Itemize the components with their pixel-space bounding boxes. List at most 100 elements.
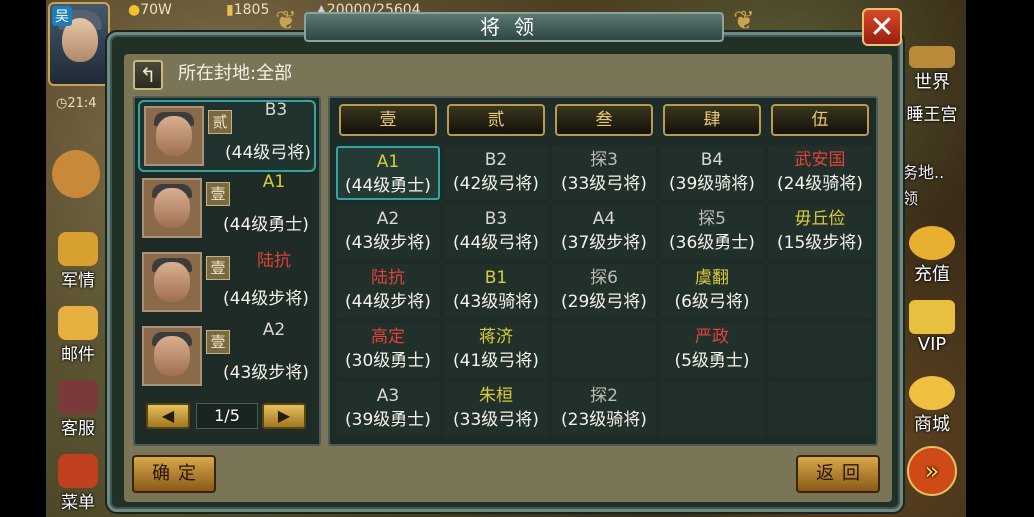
empty-slot[interactable] bbox=[768, 382, 872, 436]
slot-general-name: 陆抗 bbox=[371, 268, 405, 288]
slot-general-name: 虞翻 bbox=[695, 268, 729, 288]
confirm-button[interactable]: 确定 bbox=[132, 455, 216, 493]
formation-slot[interactable]: B4 (39级骑将) bbox=[660, 146, 764, 200]
scroll-icon bbox=[58, 306, 98, 340]
return-button[interactable]: 返回 bbox=[796, 455, 880, 493]
slot-general-level: (36级勇士) bbox=[669, 233, 755, 253]
empty-slot[interactable] bbox=[552, 323, 656, 377]
collapse-button[interactable]: » bbox=[902, 446, 962, 496]
customer-service-label: 客服 bbox=[61, 419, 95, 439]
slot-general-level: (44级弓将) bbox=[453, 233, 539, 253]
slot-general-name: A1 bbox=[376, 152, 400, 172]
clock-icon: ◷ bbox=[56, 96, 68, 111]
palace-button[interactable]: 睡王宫 bbox=[902, 100, 962, 125]
slot-general-name: 高定 bbox=[371, 327, 405, 347]
shop-button[interactable]: 商城 bbox=[902, 376, 962, 436]
arrow-left-icon: ◀ bbox=[161, 406, 175, 425]
general-level: (44级步将) bbox=[223, 289, 309, 309]
slot-general-name: 探6 bbox=[590, 268, 618, 288]
formation-slot[interactable]: 探3 (33级弓将) bbox=[552, 146, 656, 200]
close-button[interactable]: ✕ bbox=[862, 8, 902, 46]
world-label: 世界 bbox=[914, 72, 950, 93]
rank-badge: 壹 bbox=[206, 182, 230, 206]
coin-icon: ● bbox=[128, 2, 141, 18]
drum-icon bbox=[58, 232, 98, 266]
formation-slot[interactable]: 探5 (36级勇士) bbox=[660, 205, 764, 259]
general-list-item[interactable]: 壹 A1 (44级勇士) bbox=[138, 172, 316, 246]
prev-page-button[interactable]: ◀ bbox=[146, 403, 190, 429]
general-level: (44级弓将) bbox=[225, 143, 311, 163]
mail-button[interactable]: 邮件 bbox=[50, 306, 106, 365]
slot-general-level: (29级弓将) bbox=[561, 292, 647, 312]
shop-label: 商城 bbox=[914, 414, 950, 435]
gold-coins-icon bbox=[909, 226, 955, 260]
formation-slot[interactable]: 探2 (23级骑将) bbox=[552, 382, 656, 436]
slot-general-name: A4 bbox=[592, 209, 616, 229]
military-info-button[interactable]: 军情 bbox=[50, 232, 106, 291]
slot-general-level: (33级弓将) bbox=[453, 410, 539, 430]
formation-slot[interactable]: 毋丘俭 (15级步将) bbox=[768, 205, 872, 259]
customer-service-button[interactable]: 客服 bbox=[50, 380, 106, 439]
rank-badge: 贰 bbox=[208, 110, 232, 134]
vip-button[interactable]: VIP bbox=[902, 300, 962, 355]
slot-general-name: 毋丘俭 bbox=[794, 209, 846, 229]
clock-display: ◷21:4 bbox=[56, 96, 97, 111]
player-avatar[interactable]: 吴 bbox=[48, 2, 110, 86]
slot-general-level: (41级弓将) bbox=[453, 351, 539, 371]
formation-slot[interactable]: 虞翻 (6级弓将) bbox=[660, 264, 764, 318]
gold-value: 70W bbox=[140, 2, 172, 18]
formation-slot[interactable]: 陆抗 (44级步将) bbox=[336, 264, 440, 318]
general-portrait bbox=[142, 252, 202, 312]
formation-slot[interactable]: A3 (39级勇士) bbox=[336, 382, 440, 436]
gold-resource: ●70W bbox=[128, 2, 172, 22]
slot-general-level: (23级骑将) bbox=[561, 410, 647, 430]
general-list-item[interactable]: 贰 B3 (44级弓将) bbox=[138, 100, 316, 172]
formation-slot[interactable]: B2 (42级弓将) bbox=[444, 146, 548, 200]
formation-slot[interactable]: A1 (44级勇士) bbox=[336, 146, 440, 200]
slot-general-name: A2 bbox=[376, 209, 400, 229]
menu-button[interactable]: 菜单 bbox=[50, 454, 106, 513]
formation-slot[interactable]: B1 (43级骑将) bbox=[444, 264, 548, 318]
rank-badge: 壹 bbox=[206, 256, 230, 280]
skip-arrow-icon: » bbox=[907, 446, 957, 496]
slot-general-level: (15级步将) bbox=[777, 233, 863, 253]
formation-slot[interactable]: 高定 (30级勇士) bbox=[336, 323, 440, 377]
grain-icon: ▮ bbox=[226, 2, 234, 18]
slot-general-level: (33级弓将) bbox=[561, 174, 647, 194]
formation-slot[interactable]: 探6 (29级弓将) bbox=[552, 264, 656, 318]
slot-general-name: 朱桓 bbox=[479, 386, 513, 406]
return-arrow-icon: ↰ bbox=[139, 63, 157, 87]
window-title: 将领 bbox=[304, 12, 724, 42]
crossed-tools-icon bbox=[58, 454, 98, 488]
general-portrait bbox=[142, 178, 202, 238]
empty-slot[interactable] bbox=[768, 323, 872, 377]
general-list-item[interactable]: 壹 陆抗 (44级步将) bbox=[138, 248, 316, 320]
general-list-item[interactable]: 壹 A2 (43级步将) bbox=[138, 320, 316, 394]
slot-general-level: (24级骑将) bbox=[777, 174, 863, 194]
column-header: 伍 bbox=[771, 104, 869, 136]
formation-slot[interactable]: 武安国 (24级骑将) bbox=[768, 146, 872, 200]
pet-bear-button[interactable] bbox=[48, 150, 104, 198]
general-name: A1 bbox=[262, 172, 286, 192]
formation-slot[interactable]: B3 (44级弓将) bbox=[444, 205, 548, 259]
rank-badge: 壹 bbox=[206, 330, 230, 354]
formation-slot[interactable]: A4 (37级步将) bbox=[552, 205, 656, 259]
back-arrow-button[interactable]: ↰ bbox=[133, 60, 163, 90]
formation-slot[interactable]: 朱桓 (33级弓将) bbox=[444, 382, 548, 436]
empty-slot[interactable] bbox=[768, 264, 872, 318]
fief-filter[interactable]: 所在封地:全部 bbox=[178, 60, 292, 88]
formation-slot[interactable]: 蒋济 (41级弓将) bbox=[444, 323, 548, 377]
slot-general-name: 探3 bbox=[590, 150, 618, 170]
empty-slot[interactable] bbox=[660, 382, 764, 436]
world-button[interactable]: 世界 bbox=[902, 46, 962, 94]
formation-slot[interactable]: A2 (43级步将) bbox=[336, 205, 440, 259]
slot-general-name: 严政 bbox=[695, 327, 729, 347]
task-label: 务地..领 bbox=[902, 163, 945, 208]
slot-general-level: (5级勇士) bbox=[674, 351, 750, 371]
next-page-button[interactable]: ▶ bbox=[262, 403, 306, 429]
task-button[interactable]: 务地..领 bbox=[902, 160, 958, 212]
slot-general-name: A3 bbox=[376, 386, 400, 406]
formation-slot[interactable]: 严政 (5级勇士) bbox=[660, 323, 764, 377]
recharge-button[interactable]: 充值 bbox=[902, 226, 962, 286]
general-name: 陆抗 bbox=[257, 251, 291, 271]
